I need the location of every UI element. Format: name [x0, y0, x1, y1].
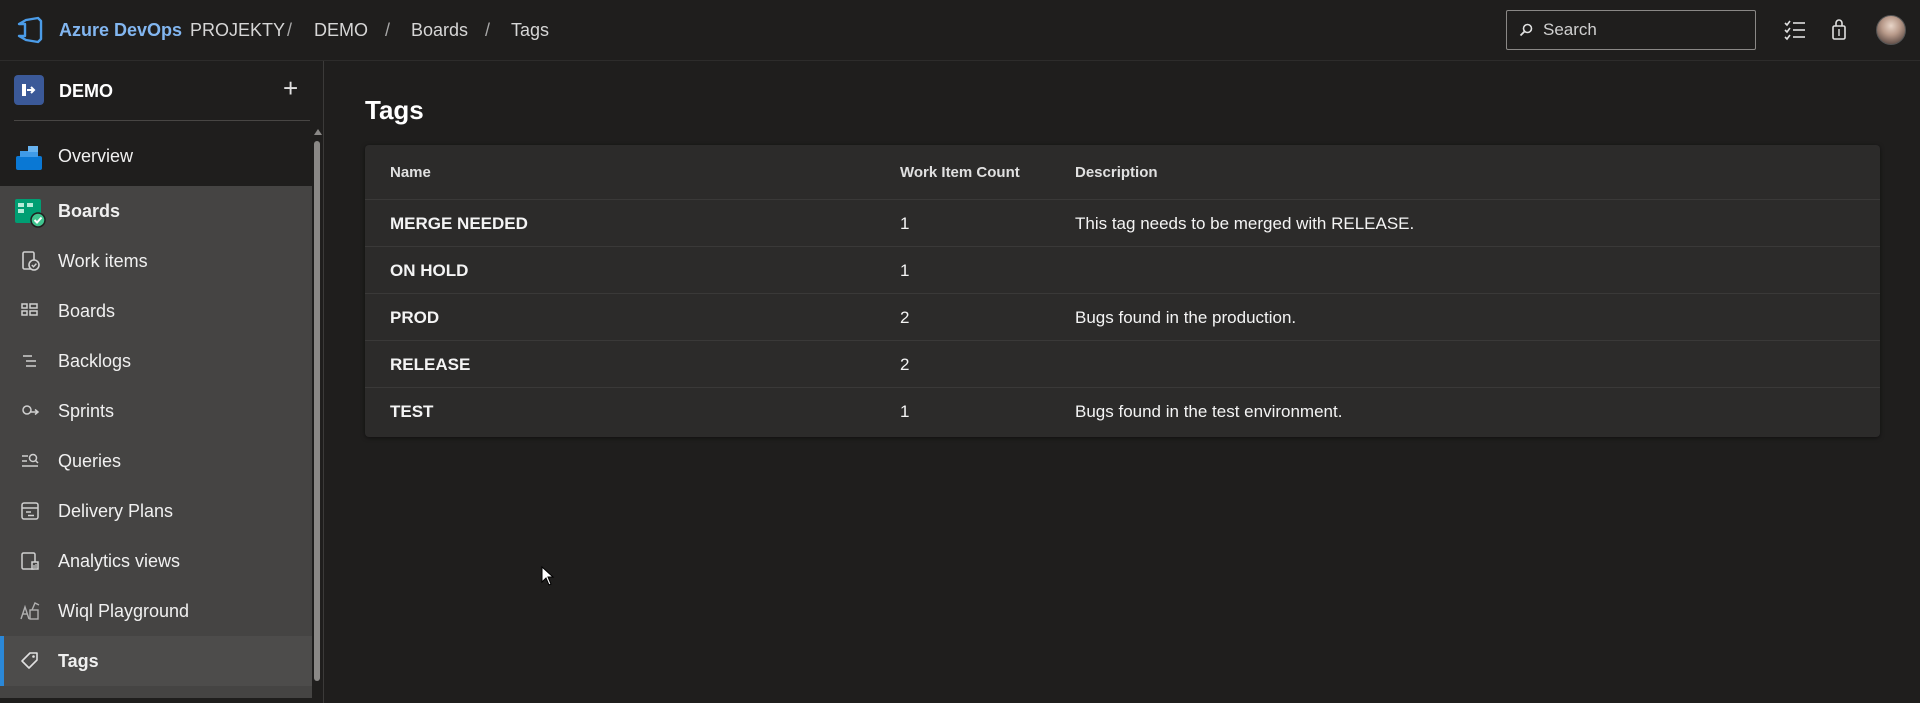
mouse-cursor-icon [541, 566, 555, 586]
page-title: Tags [365, 95, 424, 125]
search-box[interactable]: Search [1506, 10, 1756, 50]
analytics-views-icon [21, 552, 39, 570]
top-bar: Azure DevOps PROJEKTY / DEMO / Boards / … [0, 0, 1920, 61]
breadcrumb-separator: / [385, 20, 391, 40]
sidebar: DEMO + Overview Boards Work items Boards… [0, 61, 324, 703]
sidebar-item-delivery-plans[interactable]: Delivery Plans [0, 486, 312, 536]
table-row[interactable]: RELEASE 2 [365, 340, 1880, 387]
sidebar-item-label: Queries [58, 450, 122, 471]
project-name[interactable]: DEMO [59, 81, 113, 102]
work-item-count: 1 [900, 261, 910, 280]
tag-description: This tag needs to be merged with RELEASE… [1075, 214, 1415, 233]
search-placeholder: Search [1543, 20, 1597, 39]
project-arrow-icon [22, 84, 36, 96]
tag-description: Bugs found in the production. [1075, 308, 1297, 327]
sidebar-item-label: Tags [58, 650, 99, 671]
tag-name: PROD [390, 308, 440, 327]
tag-name: RELEASE [390, 355, 471, 374]
boards-icon [21, 303, 38, 316]
delivery-plans-icon [21, 502, 39, 520]
sidebar-item-analytics-views[interactable]: Analytics views [0, 536, 312, 586]
wiql-playground-icon [20, 602, 40, 620]
sidebar-item-label: Boards [58, 200, 121, 221]
work-items-icon [22, 251, 40, 271]
sidebar-item-label: Delivery Plans [58, 500, 174, 521]
add-icon[interactable]: + [283, 75, 298, 101]
tag-name: MERGE NEEDED [390, 214, 528, 233]
breadcrumb-tags[interactable]: Tags [511, 20, 549, 41]
boards-hub-icon [15, 199, 46, 228]
marketplace-bag-icon[interactable] [1827, 18, 1851, 42]
divider [14, 120, 310, 121]
work-item-count: 1 [900, 402, 910, 421]
sidebar-item-sprints[interactable]: Sprints [0, 386, 312, 436]
boards-section: Boards Work items Boards Backlogs Sprint… [0, 186, 312, 698]
tag-name: ON HOLD [390, 261, 469, 280]
tag-description: Bugs found in the test environment. [1075, 402, 1343, 421]
column-header-description[interactable]: Description [1075, 164, 1158, 181]
search-icon [1519, 23, 1533, 37]
column-header-count[interactable]: Work Item Count [900, 164, 1020, 181]
table-row[interactable]: MERGE NEEDED 1 This tag needs to be merg… [365, 199, 1880, 246]
breadcrumb-separator: / [287, 20, 293, 40]
sidebar-item-work-items[interactable]: Work items [0, 236, 312, 286]
sidebar-item-boards-hub[interactable]: Boards [0, 186, 312, 236]
breadcrumb-separator: / [485, 20, 491, 40]
queries-icon [22, 453, 39, 467]
sidebar-item-queries[interactable]: Queries [0, 436, 312, 486]
sidebar-item-boards[interactable]: Boards [0, 286, 312, 336]
tag-name: TEST [390, 402, 434, 421]
project-avatar[interactable] [14, 75, 44, 105]
sidebar-item-label: Overview [58, 145, 134, 166]
sidebar-item-label: Sprints [58, 400, 115, 421]
sprints-icon [22, 405, 40, 416]
table-row[interactable]: TEST 1 Bugs found in the test environmen… [365, 387, 1880, 434]
work-item-count: 2 [900, 308, 910, 327]
sidebar-item-label: Boards [58, 300, 116, 321]
sidebar-item-label: Wiql Playground [58, 600, 190, 621]
brand-name[interactable]: Azure DevOps [59, 20, 182, 41]
sidebar-scrollbar[interactable] [314, 141, 320, 681]
sidebar-item-label: Work items [58, 250, 148, 271]
sidebar-item-label: Backlogs [58, 350, 132, 371]
sidebar-item-overview[interactable]: Overview [0, 131, 312, 181]
backlogs-icon [23, 355, 36, 367]
scroll-up-arrow-icon[interactable] [314, 129, 322, 135]
overview-icon [16, 146, 42, 170]
azure-devops-logo-icon[interactable] [16, 16, 44, 44]
sidebar-item-label: Analytics views [58, 550, 181, 571]
project-header: DEMO + [0, 61, 324, 121]
table-row[interactable]: PROD 2 Bugs found in the production. [365, 293, 1880, 340]
tag-icon [21, 652, 38, 669]
work-item-count: 1 [900, 214, 910, 233]
task-list-icon[interactable] [1783, 18, 1807, 42]
breadcrumb-organization[interactable]: PROJEKTY [190, 20, 285, 41]
user-avatar[interactable] [1876, 15, 1906, 45]
column-header-name[interactable]: Name [390, 164, 431, 181]
breadcrumb-boards[interactable]: Boards [411, 20, 468, 41]
tags-table: Name Work Item Count Description MERGE N… [365, 145, 1880, 437]
sidebar-item-backlogs[interactable]: Backlogs [0, 336, 312, 386]
work-item-count: 2 [900, 355, 910, 374]
sidebar-item-tags[interactable]: Tags [0, 636, 312, 686]
sidebar-item-wiql-playground[interactable]: Wiql Playground [0, 586, 312, 636]
breadcrumb-project[interactable]: DEMO [314, 20, 368, 41]
table-row[interactable]: ON HOLD 1 [365, 246, 1880, 293]
